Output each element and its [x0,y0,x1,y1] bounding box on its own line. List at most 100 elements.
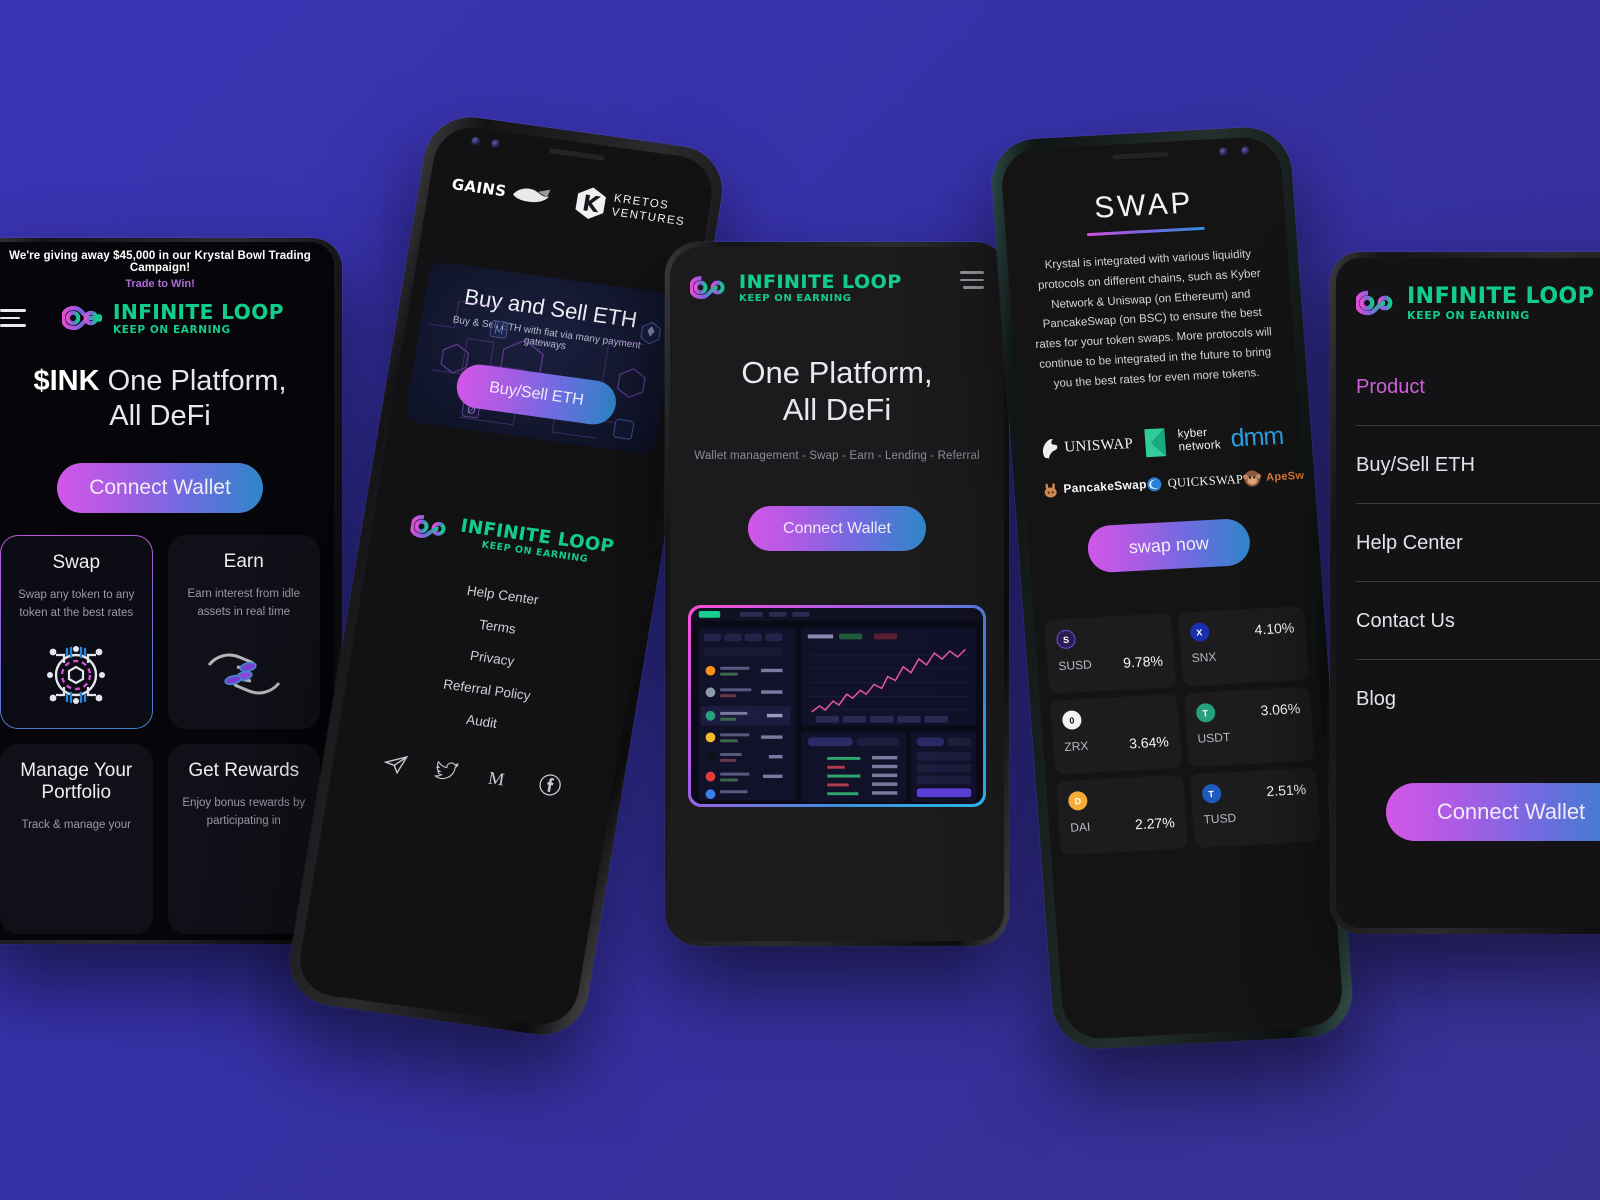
token-rate-grid: S SUSD 9.78% X 4.10% SNX 0 ZRX 3.64% T 3.06%… [1031,562,1331,856]
svg-text:M: M [487,768,506,790]
token-symbol: TUSD [1203,811,1237,827]
phone-mockup-buysell: GAINS KRETOS VENTURES M Ø Buy and Sell E… [283,111,729,1041]
menu-header: INFINITE LOOP KEEP ON EARNING [1336,258,1600,322]
feature-card-rewards[interactable]: Get Rewards Enjoy bonus rewards by parti… [167,744,320,935]
feature-card-earn[interactable]: Earn Earn interest from idle assets in r… [167,534,320,730]
swap-description: Krystal is integrated with various liqui… [1035,248,1273,390]
token-rate-card[interactable]: 0 ZRX 3.64% [1049,694,1182,775]
earpiece-speaker [548,148,605,161]
quickswap-icon [1147,477,1162,492]
token-rate-card[interactable]: S SUSD 9.78% [1044,613,1176,695]
promo-banner[interactable]: We're giving away $45,000 in our Krystal… [0,242,334,294]
hero-heading: One Platform, All DeFi [670,354,1004,428]
menu-item-buy-sell-eth[interactable]: Buy/Sell ETH [1356,426,1600,504]
menu-item-contact-us[interactable]: Contact Us [1356,582,1600,660]
brand-tagline: KEEP ON EARNING [1407,309,1530,322]
token-symbol: USDT [1197,730,1231,747]
token-rate: 3.06% [1259,700,1301,719]
hero-line-2: All DeFi [782,392,892,428]
protocol-quickswap[interactable]: QUICKSWAP [1146,471,1244,493]
telegram-icon[interactable] [382,750,410,777]
menu-item-product[interactable]: Product [1356,348,1600,426]
brand-name: INFINITE LOOP [113,300,284,324]
feature-card-portfolio[interactable]: Manage Your Portfolio Track & manage you… [0,744,153,935]
promo-banner-cta[interactable]: Trade to Win! [0,278,324,290]
protocol-kyber-network[interactable]: kyber network [1142,424,1222,460]
iris-sensor-icon [1240,146,1251,156]
connect-wallet-button[interactable]: Connect Wallet [1386,783,1600,841]
kretos-k-icon [575,187,607,220]
menu-item-help-center[interactable]: Help Center [1356,504,1600,582]
social-link-row: M [332,743,613,805]
token-symbol: DAI [1069,820,1091,836]
hamburger-menu-icon[interactable] [960,271,984,289]
feature-card-desc: Enjoy bonus rewards by participating in [182,797,306,828]
hero-line-2: All DeFi [109,400,211,433]
token-rate-card[interactable]: T 3.06% USDT [1183,687,1316,768]
buysell-promo-card[interactable]: M Ø Buy and Sell ETH Buy & Sell ETH with… [404,260,681,456]
app-header: INFINITE LOOP KEEP ON EARNING [670,247,1004,304]
footer: INFINITE LOOP KEEP ON EARNING Help Cente… [332,503,654,805]
iris-sensor-icon [490,139,501,150]
protocol-name: UNISWAP [1063,435,1134,456]
feature-card-title: Manage Your Portfolio [20,760,133,804]
phone-mockup-home: We're giving away $45,000 in our Krystal… [0,238,342,944]
hamburger-menu-icon[interactable] [0,309,26,327]
menu-item-blog[interactable]: Blog [1356,660,1600,737]
connect-wallet-button[interactable]: Connect Wallet [57,462,263,513]
token-rate-card[interactable]: T 2.51% TUSD [1189,767,1321,849]
brand-logo[interactable]: INFINITE LOOP KEEP ON EARNING [1356,284,1600,322]
connect-wallet-button[interactable]: Connect Wallet [748,506,926,552]
hands-coins-icon [207,654,280,695]
protocol-dmm[interactable]: dmm [1230,422,1285,454]
front-camera-icon [470,136,482,147]
feature-card-title: Get Rewards [188,760,300,782]
hero-subtitle: Wallet management - Swap - Earn - Lendin… [694,450,980,463]
phone-screen: INFINITE LOOP KEEP ON EARNING Product Bu… [1336,258,1600,928]
token-symbol: SUSD [1057,657,1093,674]
infinity-loop-icon [62,305,103,331]
protocol-uniswap[interactable]: UNISWAP [1039,433,1134,460]
protocol-name: QUICKSWAP [1167,471,1244,490]
phone-mockup-menu: INFINITE LOOP KEEP ON EARNING Product Bu… [1330,252,1600,934]
trading-dashboard-screenshot [688,605,986,808]
twitter-icon[interactable] [433,757,461,784]
circuit-pattern-icon: M Ø [429,300,662,440]
feature-card-grid: Swap Swap any token to any token at the … [0,513,334,935]
dashboard-inner [691,608,983,805]
protocol-name: dmm [1229,421,1285,453]
feature-card-title: Earn [223,550,264,572]
token-icon: D [1067,791,1089,812]
brand-logo[interactable]: INFINITE LOOP KEEP ON EARNING [62,300,284,336]
token-icon: S [1055,629,1077,650]
token-rate-card[interactable]: X 4.10% SNX [1177,606,1310,687]
front-camera-icon [1218,147,1229,157]
footer-brand-logo[interactable]: INFINITE LOOP KEEP ON EARNING [371,503,654,573]
medium-icon[interactable]: M [485,764,513,791]
brand-name: INFINITE LOOP [739,271,902,293]
token-rate-card[interactable]: D DAI 2.27% [1055,775,1188,856]
phone-mockup-swap: SWAP Krystal is integrated with various … [988,125,1356,1051]
page-title: SWAP [1093,186,1195,225]
app-header: INFINITE LOOP KEEP ON EARNING [0,294,334,336]
partner-kretos-label: KRETOS VENTURES [610,193,688,230]
hero-line-1: One Platform, [107,365,287,397]
apeswap-monkey-icon [1243,470,1261,487]
infinity-loop-icon [690,275,725,300]
protocol-row-1: UNISWAP kyber network dmm [1038,420,1284,465]
token-rate: 9.78% [1122,652,1164,672]
brand-tagline: KEEP ON EARNING [113,324,231,336]
token-rate: 3.64% [1128,733,1170,752]
token-rate: 4.10% [1253,619,1295,638]
protocol-pancakeswap[interactable]: PancakeSwap [1042,476,1147,499]
brand-logo[interactable]: INFINITE LOOP KEEP ON EARNING [690,271,902,304]
promo-banner-headline: We're giving away $45,000 in our Krystal… [9,250,311,274]
partner-gains: GAINS [450,173,553,208]
token-symbol: SNX [1191,650,1217,666]
hero-line-1: One Platform, [741,355,933,390]
feature-card-swap[interactable]: Swap Swap any token to any token at the … [0,535,153,730]
facebook-icon[interactable] [536,771,564,798]
feature-card-desc: Track & manage your [21,819,131,832]
token-symbol: ZRX [1063,739,1089,755]
navigation-menu: Product Buy/Sell ETH Help Center Contact… [1336,348,1600,737]
